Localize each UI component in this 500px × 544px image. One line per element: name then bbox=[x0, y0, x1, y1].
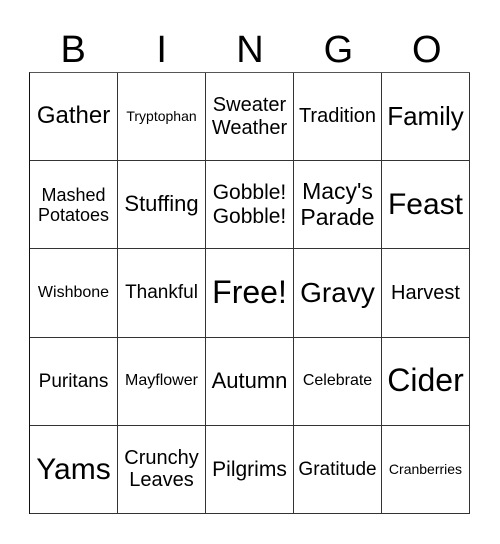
bingo-cell: Gobble! Gobble! bbox=[206, 161, 294, 250]
bingo-cell: Tryptophan bbox=[118, 73, 206, 162]
header-letter-i: I bbox=[156, 29, 167, 71]
bingo-header: B I N G O bbox=[29, 28, 471, 72]
header-letter-b: B bbox=[60, 29, 86, 71]
header-letter-o: O bbox=[412, 29, 442, 71]
bingo-cell: Mayflower bbox=[118, 337, 206, 426]
bingo-cell: Stuffing bbox=[118, 161, 206, 250]
bingo-cell: Cranberries bbox=[382, 425, 470, 514]
bingo-cell: Harvest bbox=[382, 249, 470, 338]
bingo-cell: Autumn bbox=[206, 337, 294, 426]
bingo-cell: Celebrate bbox=[294, 337, 382, 426]
bingo-cell: Gravy bbox=[294, 249, 382, 338]
bingo-cell: Sweater Weather bbox=[206, 73, 294, 162]
bingo-cell: Tradition bbox=[294, 73, 382, 162]
bingo-cell: Gather bbox=[30, 73, 118, 162]
bingo-cell: Feast bbox=[382, 161, 470, 250]
bingo-cell: Thankful bbox=[118, 249, 206, 338]
bingo-cell: Family bbox=[382, 73, 470, 162]
bingo-cell: Mashed Potatoes bbox=[30, 161, 118, 250]
header-letter-g: G bbox=[323, 29, 354, 71]
bingo-cell: Macy's Parade bbox=[294, 161, 382, 250]
bingo-cell: Gratitude bbox=[294, 425, 382, 514]
free-space-cell: Free! bbox=[206, 249, 294, 338]
bingo-grid: Gather Tryptophan Sweater Weather Tradition… bbox=[29, 72, 470, 514]
bingo-cell: Cider bbox=[382, 337, 470, 426]
bingo-cell: Wishbone bbox=[30, 249, 118, 338]
bingo-cell: Puritans bbox=[30, 337, 118, 426]
bingo-cell: Crunchy Leaves bbox=[118, 425, 206, 514]
bingo-cell: Pilgrims bbox=[206, 425, 294, 514]
bingo-cell: Yams bbox=[30, 425, 118, 514]
header-letter-n: N bbox=[236, 29, 264, 71]
